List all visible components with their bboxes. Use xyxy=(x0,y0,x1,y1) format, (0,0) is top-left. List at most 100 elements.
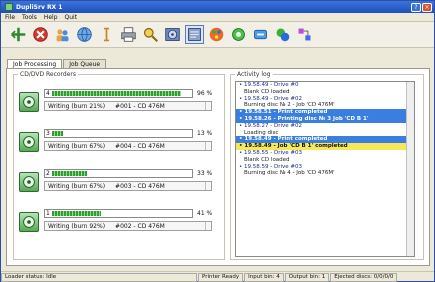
activity-log-entry[interactable]: Burning disc № 2 - Job 'CD 476M' xyxy=(236,102,407,109)
menu-bar: File Tools Help Quit xyxy=(1,13,434,22)
recorders-group-label: CD/DVD Recorders xyxy=(18,71,78,78)
activity-log-entry[interactable]: Loading disc xyxy=(236,130,407,137)
loader-status: Loader status: Idle xyxy=(1,272,197,282)
activity-log-entry[interactable]: • 19.58.49 - Drive #02 xyxy=(236,96,407,103)
activity-log-entry[interactable]: Blank CD loaded xyxy=(236,157,407,164)
activity-log-entry[interactable]: Blank CD loaded xyxy=(236,89,407,96)
recorder-number: 4 xyxy=(46,90,50,97)
connect-tool-button[interactable] xyxy=(295,25,314,44)
activity-log-entry[interactable]: • 19.58.51 - Print completed xyxy=(236,109,407,116)
settings-icon xyxy=(188,28,201,41)
recorder-status-field: Writing (burn 92%) #002 - CD 476M xyxy=(44,221,212,231)
disc-icon xyxy=(165,28,180,41)
recorder-percent: 33 % xyxy=(197,170,213,177)
status-bar: Loader status: Idle Printer Ready Input … xyxy=(1,271,434,282)
recorder-percent: 96 % xyxy=(197,90,213,97)
palette-icon xyxy=(209,27,224,42)
recorder-job-text: #002 - CD 476M xyxy=(115,222,165,230)
recorder-percent: 41 % xyxy=(197,210,213,217)
tools-tool-button[interactable] xyxy=(229,25,248,44)
recorder-status-field: Writing (burn 67%) #004 - CD 476M xyxy=(44,141,212,151)
close-button[interactable]: × xyxy=(422,2,432,12)
network-icon xyxy=(298,28,311,41)
recorder-drive-icon[interactable] xyxy=(19,92,39,112)
move-tool-button[interactable] xyxy=(9,25,28,44)
recorder-status-field: Writing (burn 67%) #003 - CD 476M xyxy=(44,181,212,191)
recorder-progress-fill xyxy=(52,171,87,176)
activity-log-lines: • 19.58.49 - Drive #0 Blank CD loaded • 19… xyxy=(236,82,414,177)
tab-job-queue[interactable]: Job Queue xyxy=(63,59,107,68)
disc-tool-button[interactable] xyxy=(163,25,182,44)
refresh-tool-button[interactable] xyxy=(251,25,270,44)
recorder-number: 1 xyxy=(46,210,50,217)
recorder-progress-fill xyxy=(52,211,101,216)
recorder-status-text: Writing (burn 67%) xyxy=(48,142,106,150)
users-tool-button[interactable] xyxy=(53,25,72,44)
recorder-job-text: #003 - CD 476M xyxy=(115,182,165,190)
recorder-2: 2 33 % Writing (burn 67%) #003 - CD 476M xyxy=(19,169,215,199)
app-icon xyxy=(5,3,13,11)
recorder-number: 2 xyxy=(46,170,50,177)
activity-log-entry[interactable]: Burning disc № 4 - Job 'CD 476M' xyxy=(236,170,407,177)
recorder-number: 3 xyxy=(46,130,50,137)
activity-log-entry[interactable]: • 19.58.59 - Drive #03 xyxy=(236,164,407,171)
app-window: DupliSrv RX 1 ? × File Tools Help Quit J… xyxy=(0,0,435,282)
menu-file[interactable]: File xyxy=(5,14,15,21)
ejected-discs-status: Ejected discs: 0/0/0/0 xyxy=(330,272,398,282)
recorder-4: 4 96 % Writing (burn 21%) #001 - CD 476M xyxy=(19,89,215,119)
recorder-progress-bar: 1 xyxy=(44,209,193,218)
recorder-drive-icon[interactable] xyxy=(19,172,39,192)
preferences-tool-button[interactable] xyxy=(273,25,292,44)
recorder-drive-icon[interactable] xyxy=(19,132,39,152)
recorder-progress-fill xyxy=(52,131,64,136)
activity-log-entry[interactable]: • 19.58.49 - Print completed xyxy=(236,136,407,144)
search-tool-button[interactable] xyxy=(141,25,160,44)
recorder-percent: 13 % xyxy=(197,130,213,137)
output-bin-status: Output bin: 1 xyxy=(284,272,330,282)
recorder-progress-bar: 2 xyxy=(44,169,193,178)
recorder-job-text: #001 - CD 476M xyxy=(115,102,165,110)
gear-icon xyxy=(276,28,290,42)
menu-tools[interactable]: Tools xyxy=(22,14,37,21)
recorder-status-text: Writing (burn 67%) xyxy=(48,182,106,190)
tools-icon xyxy=(232,28,245,41)
move-icon xyxy=(11,27,26,42)
palette-tool-button[interactable] xyxy=(207,25,226,44)
recorder-status-field: Writing (burn 21%) #001 - CD 476M xyxy=(44,101,212,111)
activity-log-entry[interactable]: • 19.58.55 - Drive #03 xyxy=(236,150,407,157)
recorder-job-text: #004 - CD 476M xyxy=(115,142,165,150)
window-title: DupliSrv RX 1 xyxy=(16,3,63,11)
text-tool-button[interactable] xyxy=(97,25,116,44)
recorder-status-text: Writing (burn 21%) xyxy=(48,102,106,110)
activity-log-label: Activity log xyxy=(235,71,273,78)
activity-log-group: Activity log • 19.58.49 - Drive #0 Blank … xyxy=(230,71,424,260)
recorder-1: 1 41 % Writing (burn 92%) #002 - CD 476M xyxy=(19,209,215,239)
activity-log-entry[interactable]: • 19.58.26 - Printing disc № 3 Job 'CD B… xyxy=(236,115,407,123)
job-processing-panel: CD/DVD Recorders 4 96 % Writing (burn 21… xyxy=(6,68,430,266)
search-icon xyxy=(143,27,159,43)
printer-icon xyxy=(121,27,136,42)
menu-quit[interactable]: Quit xyxy=(65,14,78,21)
globe-icon xyxy=(77,27,92,42)
stop-tool-button[interactable] xyxy=(31,25,50,44)
recorder-3: 3 13 % Writing (burn 67%) #004 - CD 476M xyxy=(19,129,215,159)
toolbar xyxy=(1,22,434,48)
stop-icon xyxy=(33,27,48,42)
activity-log-entry[interactable]: • 19.58.27 - Drive #02 xyxy=(236,123,407,130)
input-bin-status: Input bin: 4 xyxy=(244,272,284,282)
recorder-progress-fill xyxy=(52,91,181,96)
recorder-drive-icon[interactable] xyxy=(19,212,39,232)
cursor-icon xyxy=(103,27,110,42)
settings-tool-button[interactable] xyxy=(185,25,204,44)
help-button[interactable]: ? xyxy=(411,2,421,12)
activity-log-entry[interactable]: • 19.58.49 - Job 'CD B 1' completed xyxy=(236,143,407,150)
recorder-progress-bar: 3 xyxy=(44,129,193,138)
title-bar: DupliSrv RX 1 ? × xyxy=(1,1,434,13)
globe-tool-button[interactable] xyxy=(75,25,94,44)
activity-log-list[interactable]: • 19.58.49 - Drive #0 Blank CD loaded • 19… xyxy=(235,81,415,257)
print-tool-button[interactable] xyxy=(119,25,138,44)
menu-help[interactable]: Help xyxy=(44,14,58,21)
activity-log-entry[interactable]: • 19.58.49 - Drive #0 xyxy=(236,82,407,89)
printer-status: Printer Ready xyxy=(198,272,244,282)
activity-log-scrollbar[interactable] xyxy=(406,82,414,256)
